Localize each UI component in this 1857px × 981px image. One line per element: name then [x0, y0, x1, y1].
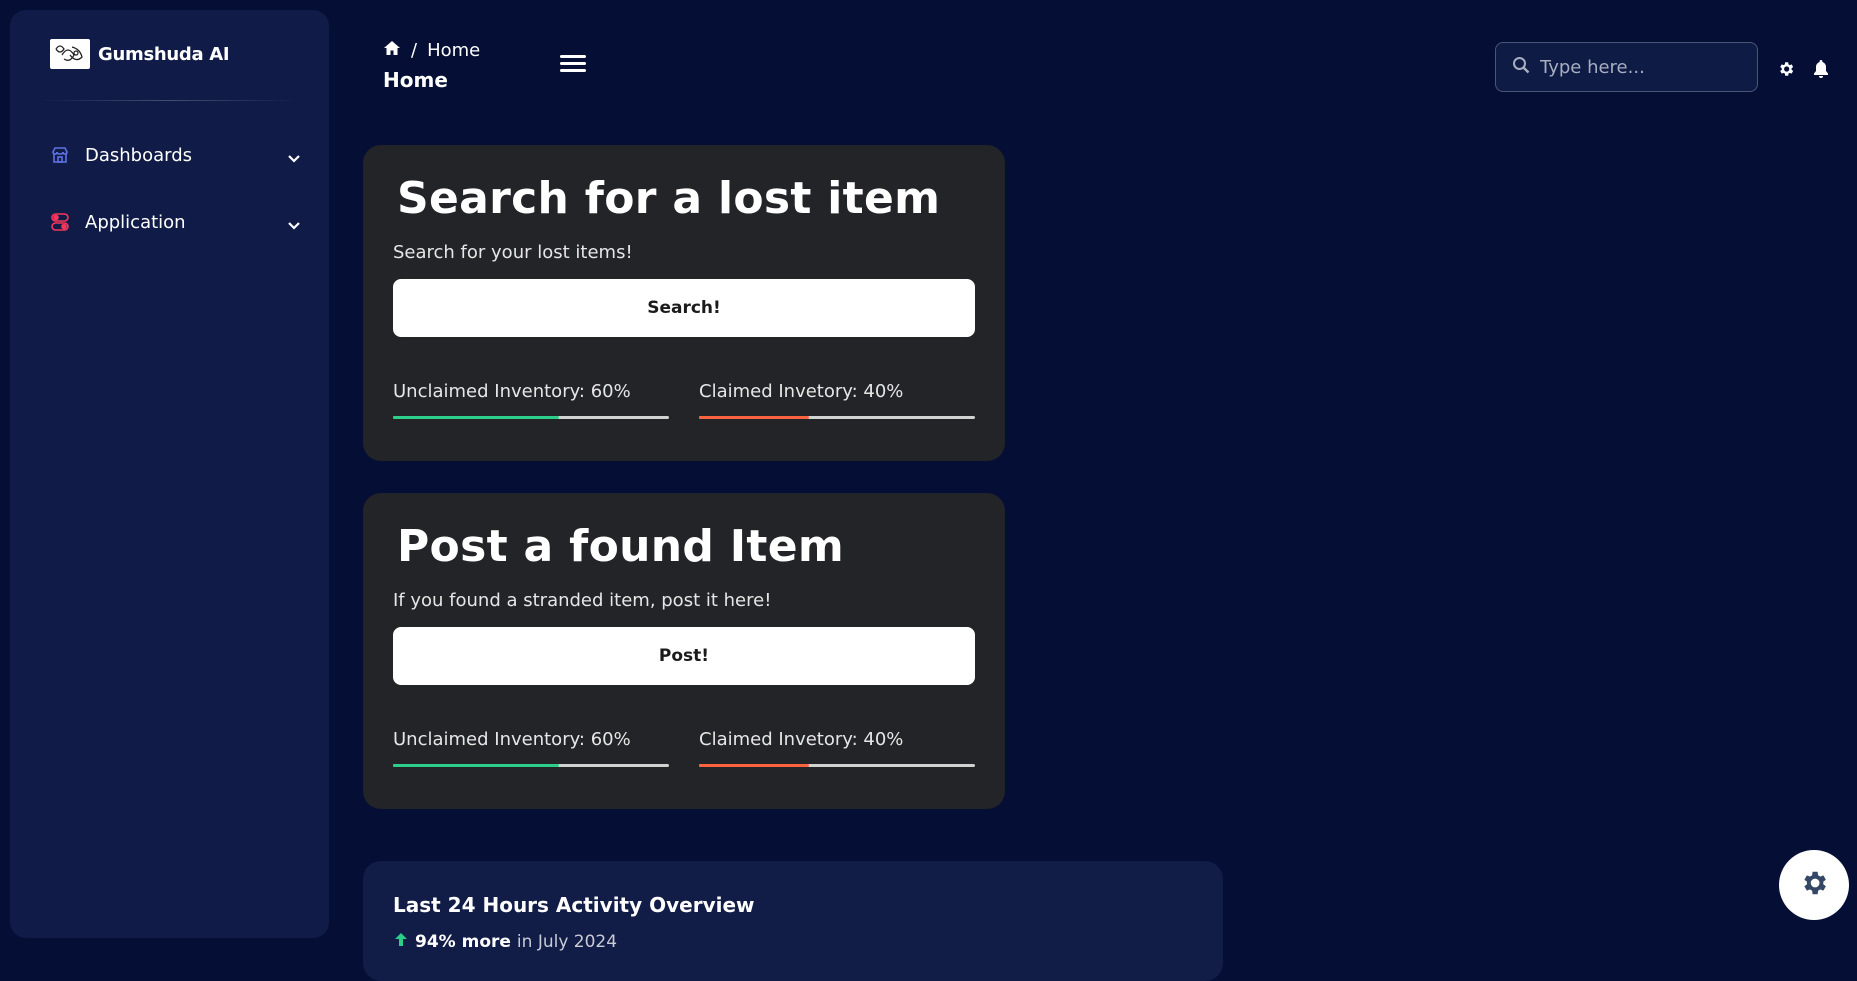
search-input[interactable]	[1540, 56, 1740, 78]
page-title: Home	[383, 68, 448, 92]
toggles-icon	[50, 212, 70, 232]
sidebar: Gumshuda AI Dashboards Application	[10, 10, 329, 938]
activity-overview-card: Last 24 Hours Activity Overview 94% more…	[363, 861, 1223, 981]
search-icon	[1512, 56, 1530, 78]
gear-icon[interactable]	[1777, 60, 1795, 82]
progress-fill	[393, 416, 559, 419]
search-box	[1495, 42, 1758, 92]
stat-label: Unclaimed Inventory: 60%	[393, 729, 631, 750]
sidebar-item-label: Application	[85, 211, 186, 233]
search-lost-item-card: Search for a lost item Search for your l…	[363, 145, 1005, 461]
card-subtitle: If you found a stranded item, post it he…	[393, 590, 772, 611]
trend-value: 94% more	[415, 931, 511, 952]
hamburger-line	[560, 69, 586, 72]
sidebar-item-application[interactable]: Application	[50, 202, 310, 242]
settings-fab-button[interactable]	[1779, 850, 1849, 920]
hamburger-line	[560, 55, 586, 58]
arrow-up-icon	[393, 931, 409, 952]
post-button[interactable]: Post!	[393, 627, 975, 685]
home-icon[interactable]	[383, 40, 401, 61]
progress-fill	[699, 416, 810, 419]
menu-toggle-button[interactable]	[560, 55, 586, 77]
chevron-down-icon	[288, 148, 300, 167]
post-found-item-card: Post a found Item If you found a strande…	[363, 493, 1005, 809]
card-title: Post a found Item	[397, 521, 845, 572]
brand-logo	[50, 39, 90, 69]
gear-icon	[1799, 868, 1829, 902]
trend-period: in July 2024	[516, 931, 618, 952]
unclaimed-inventory-stat: Unclaimed Inventory: 60%	[393, 381, 669, 419]
stat-label: Claimed Invetory: 40%	[699, 381, 904, 402]
shop-icon	[50, 145, 70, 165]
progress-fill	[393, 764, 559, 767]
card-title: Search for a lost item	[397, 173, 941, 224]
breadcrumb: / Home	[383, 40, 480, 61]
bell-icon[interactable]	[1813, 60, 1829, 82]
progress-fill	[699, 764, 810, 767]
activity-trend: 94% more in July 2024	[393, 931, 617, 952]
brand-name: Gumshuda AI	[98, 43, 230, 65]
stat-label: Claimed Invetory: 40%	[699, 729, 904, 750]
progress-bar	[393, 764, 669, 767]
sidebar-divider	[40, 100, 299, 101]
claimed-inventory-stat: Claimed Invetory: 40%	[699, 381, 975, 419]
hamburger-line	[560, 62, 586, 65]
progress-bar	[699, 416, 975, 419]
breadcrumb-current: Home	[427, 40, 481, 61]
stat-label: Unclaimed Inventory: 60%	[393, 381, 631, 402]
chevron-down-icon	[288, 215, 300, 234]
unclaimed-inventory-stat: Unclaimed Inventory: 60%	[393, 729, 669, 767]
progress-bar	[699, 764, 975, 767]
claimed-inventory-stat: Claimed Invetory: 40%	[699, 729, 975, 767]
search-button[interactable]: Search!	[393, 279, 975, 337]
progress-bar	[393, 416, 669, 419]
card-subtitle: Search for your lost items!	[393, 242, 633, 263]
breadcrumb-separator: /	[411, 40, 418, 61]
sidebar-item-label: Dashboards	[85, 144, 193, 166]
sidebar-item-dashboards[interactable]: Dashboards	[50, 135, 310, 175]
activity-title: Last 24 Hours Activity Overview	[393, 893, 755, 917]
brand[interactable]: Gumshuda AI	[50, 39, 230, 69]
